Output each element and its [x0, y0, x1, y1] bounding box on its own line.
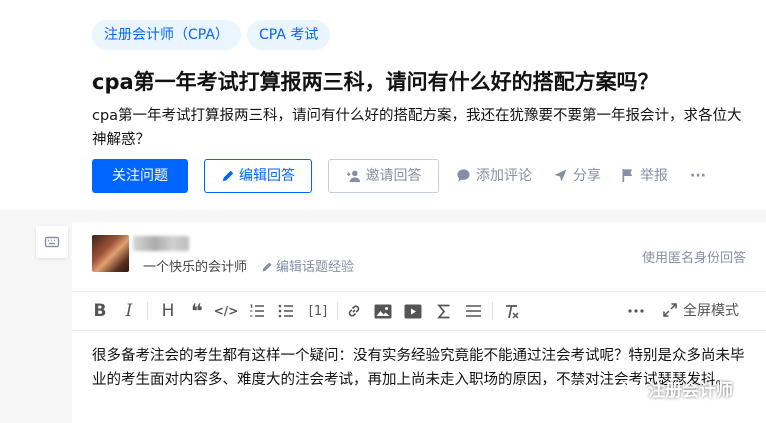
more-dots-icon — [628, 309, 644, 313]
video-button[interactable] — [402, 292, 424, 330]
horizontal-rule-icon — [465, 305, 481, 317]
formula-button[interactable] — [433, 292, 455, 330]
toolbar-divider — [147, 302, 148, 320]
edit-topic-experience-label: 编辑话题经验 — [276, 260, 355, 275]
pencil-icon — [261, 260, 276, 275]
share-label: 分享 — [573, 168, 601, 184]
code-block-button[interactable]: </> — [214, 292, 239, 330]
expand-icon — [663, 303, 683, 319]
avatar[interactable] — [92, 235, 129, 272]
toolbar-divider — [492, 302, 493, 320]
watermark-text: 注册会计师 — [648, 381, 733, 401]
wechat-logo-icon — [620, 380, 648, 401]
share-button[interactable]: 分享 — [553, 159, 601, 193]
watermark: 注册会计师 — [620, 378, 733, 404]
anonymous-answer-toggle[interactable]: 使用匿名身份回答 — [642, 247, 746, 266]
link-icon — [348, 305, 360, 317]
bulleted-list-button[interactable] — [275, 292, 297, 330]
numbered-list-icon — [250, 304, 264, 317]
image-button[interactable] — [372, 292, 394, 330]
blockquote-button[interactable]: ❝ — [186, 292, 208, 330]
topic-tag-cpa[interactable]: 注册会计师（CPA） — [92, 20, 241, 50]
pencil-icon — [221, 168, 239, 184]
follow-question-button[interactable]: 关注问题 — [92, 159, 188, 193]
report-button[interactable]: 举报 — [621, 159, 668, 193]
add-comment-button[interactable]: 添加评论 — [456, 159, 532, 193]
toolbar-divider — [337, 302, 338, 320]
image-icon — [374, 304, 392, 318]
share-icon — [553, 168, 573, 184]
invite-answer-button[interactable]: 邀请回答 — [328, 159, 439, 193]
invite-user-icon — [346, 168, 366, 184]
divider-line-button[interactable] — [462, 292, 484, 330]
clear-format-button[interactable] — [500, 292, 522, 330]
report-label: 举报 — [640, 168, 668, 184]
bulleted-list-icon — [278, 304, 293, 318]
reference-button[interactable]: [1] — [305, 292, 331, 330]
keyboard-icon — [44, 236, 60, 248]
invite-answer-label: 邀请回答 — [365, 168, 422, 184]
comment-icon — [456, 168, 476, 184]
question-description: cpa第一年考试打算报两三科，请问有什么好的搭配方案，我还在犹豫要不要第一年报会… — [92, 108, 742, 148]
more-options-button[interactable]: ··· — [690, 159, 706, 193]
side-keyboard-button[interactable] — [36, 226, 68, 258]
user-bio: 一个快乐的会计师 — [143, 260, 248, 275]
fullscreen-label: 全屏模式 — [683, 303, 739, 319]
question-title[interactable]: cpa第一年考试打算报两三科，请问有什么好的搭配方案吗？ — [92, 66, 752, 98]
clear-format-icon — [505, 304, 519, 319]
edit-topic-experience-link[interactable]: 编辑话题经验 — [261, 256, 354, 275]
question-card: 注册会计师（CPA） CPA 考试 cpa第一年考试打算报两三科，请问有什么好的… — [0, 0, 766, 210]
topic-tag-cpa-exam[interactable]: CPA 考试 — [247, 20, 331, 50]
more-toolbar-button[interactable] — [625, 292, 647, 330]
sigma-icon — [437, 304, 450, 318]
video-icon — [404, 304, 422, 318]
username-blurred — [133, 236, 189, 251]
fullscreen-mode-button[interactable]: 全屏模式 — [663, 292, 739, 330]
editor-toolbar: B I H ❝ </> [1] 全屏模式 — [72, 291, 766, 331]
add-comment-label: 添加评论 — [476, 168, 532, 184]
bold-button[interactable]: B — [89, 292, 111, 330]
italic-button[interactable]: I — [118, 292, 140, 330]
edit-answer-button[interactable]: 编辑回答 — [204, 159, 312, 193]
flag-icon — [621, 168, 640, 184]
numbered-list-button[interactable] — [246, 292, 268, 330]
edit-answer-label: 编辑回答 — [239, 168, 295, 184]
heading-button[interactable]: H — [157, 292, 179, 330]
link-button[interactable] — [343, 292, 365, 330]
